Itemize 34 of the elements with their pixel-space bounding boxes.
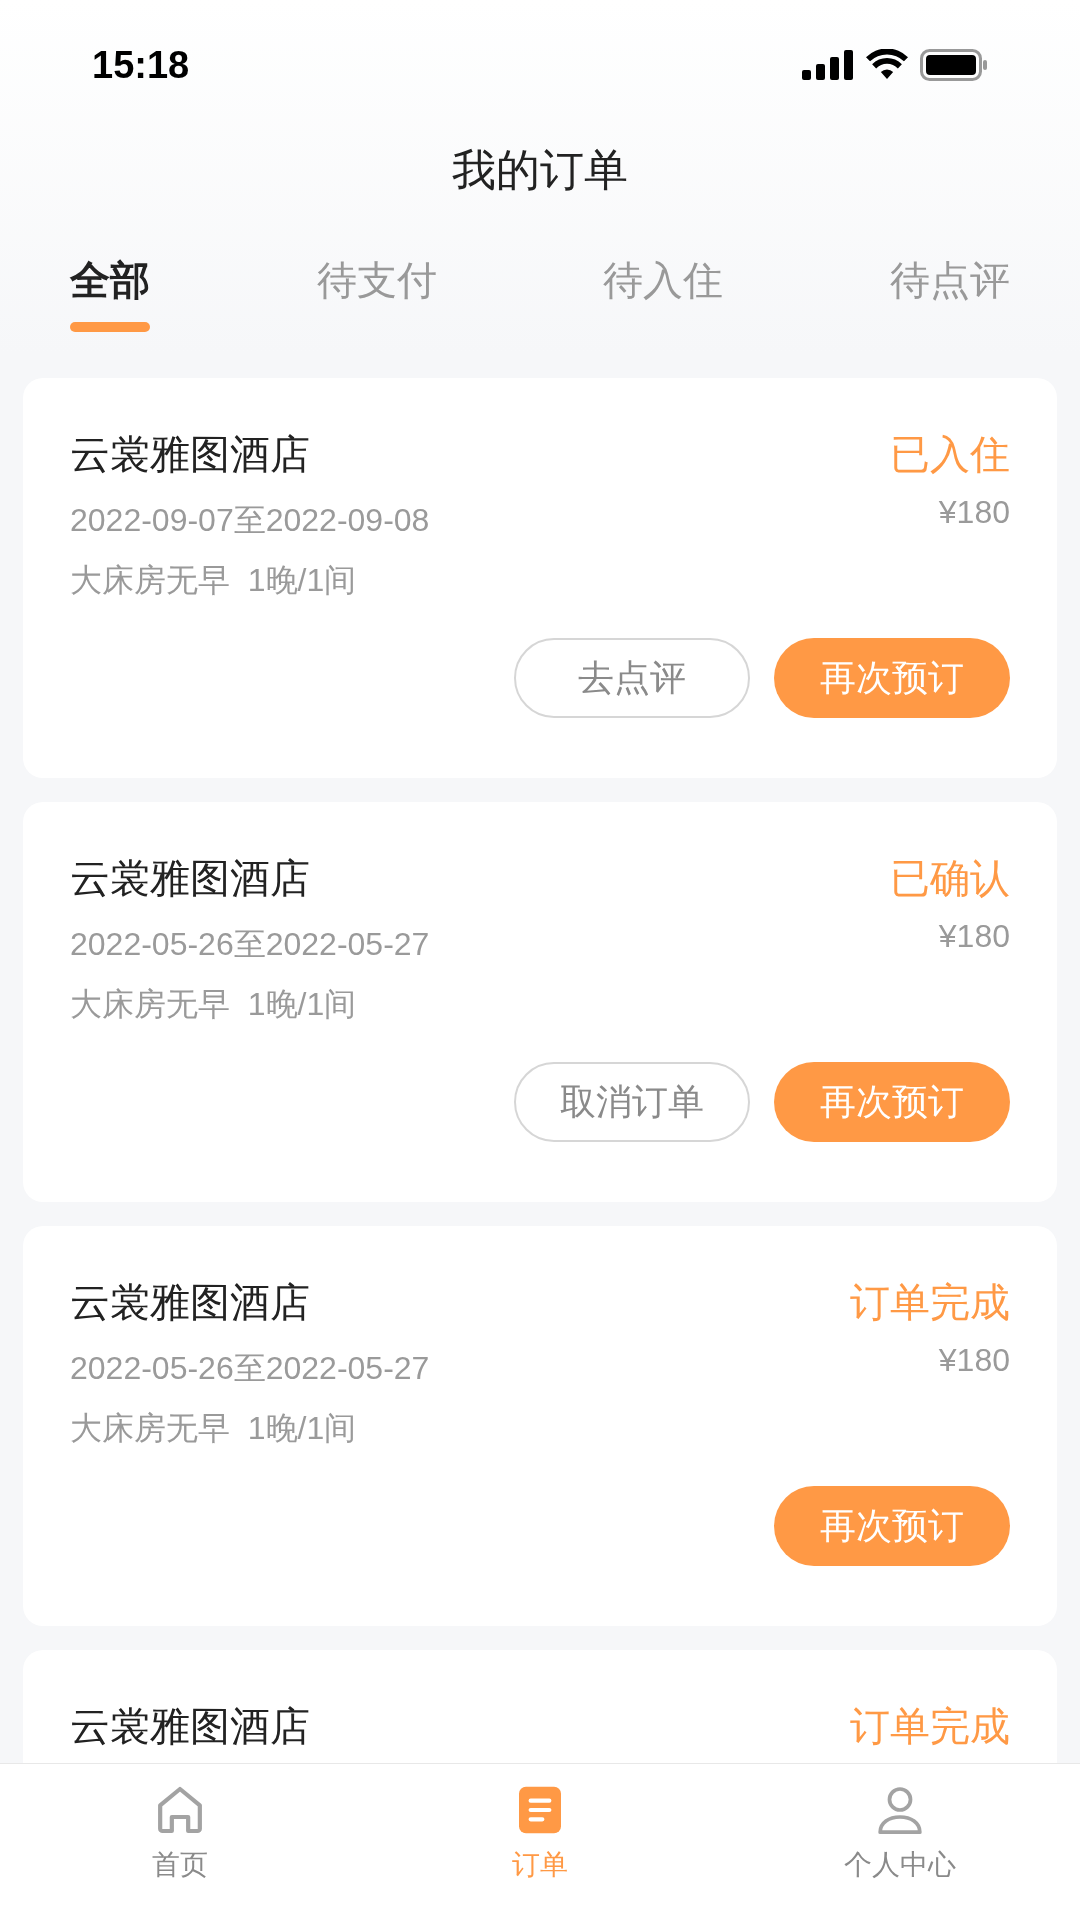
order-tab[interactable]: 全部 (70, 230, 150, 355)
status-time: 15:18 (92, 42, 190, 88)
nav-tab[interactable]: 首页 (0, 1764, 360, 1920)
order-tab[interactable]: 待入住 (603, 230, 724, 355)
order-status: 订单完成 (850, 1703, 1010, 1750)
hotel-name: 云裳雅图酒店 (70, 431, 311, 478)
order-price: ¥180 (938, 493, 1010, 532)
page-title: 我的订单 (452, 144, 628, 196)
rebook-button[interactable]: 再次预订 (774, 1486, 1010, 1566)
order-tab[interactable]: 待支付 (316, 230, 437, 355)
order-status: 订单完成 (850, 1279, 1010, 1326)
room-info: 大床房无早 1晚/1间 (70, 561, 358, 600)
nav-tab[interactable]: 订单 (360, 1764, 720, 1920)
stay-dates: 2022-05-26至2022-05-27 (70, 1349, 430, 1388)
order-status: 已确认 (890, 855, 1010, 902)
order-action-button[interactable]: 去点评 (514, 638, 750, 718)
nav-tab[interactable]: 个人中心 (720, 1764, 1080, 1920)
hotel-name: 云裳雅图酒店 (70, 1703, 310, 1750)
room-info: 大床房无早 1晚/1间 (70, 1409, 358, 1448)
rebook-button[interactable]: 再次预订 (774, 638, 1010, 718)
room-info: 大床房无早 1晚/1间 (70, 985, 358, 1024)
signal-icon (802, 50, 854, 80)
rebook-button[interactable]: 再次预订 (774, 1062, 1010, 1142)
stay-dates: 2022-05-26至2022-05-27 (70, 925, 430, 964)
stay-dates: 2022-09-07至2022-09-08 (70, 501, 430, 540)
order-price: ¥180 (938, 917, 1010, 956)
order-status: 已入住 (890, 431, 1010, 478)
battery-icon (920, 49, 988, 81)
hotel-name: 云裳雅图酒店 (70, 1279, 311, 1326)
wifi-icon (866, 49, 908, 81)
order-tab[interactable]: 待点评 (889, 230, 1010, 355)
order-action-button[interactable]: 取消订单 (514, 1062, 750, 1142)
order-price: ¥180 (938, 1341, 1010, 1380)
hotel-name: 云裳雅图酒店 (70, 855, 311, 902)
